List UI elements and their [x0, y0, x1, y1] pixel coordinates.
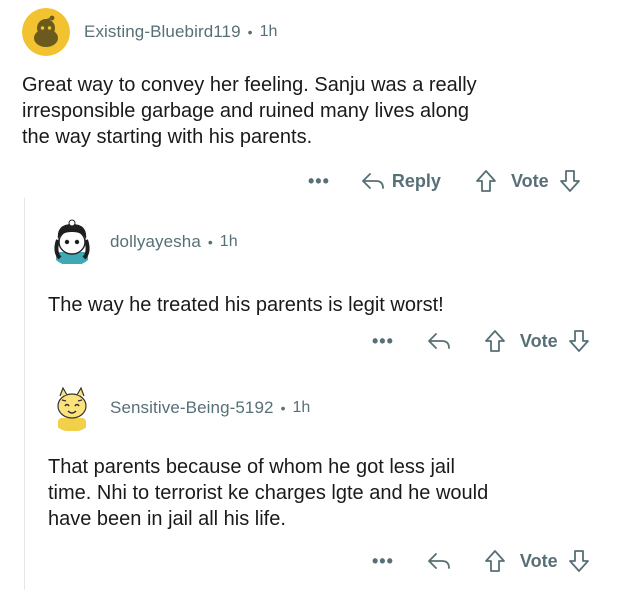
comment-text-line: Great way to convey her feeling. Sanju w… [22, 74, 477, 96]
username[interactable]: Existing-Bluebird119 [84, 22, 241, 42]
comment-text-line: The way he treated his parents is legit … [48, 294, 444, 316]
vote-count: Vote [519, 550, 558, 571]
downvote-arrow-icon [568, 330, 589, 352]
separator: • [247, 24, 253, 40]
snoo-avatar-icon [48, 384, 96, 432]
reply-arrow-icon [428, 333, 450, 349]
comment-3: Sensitive-Being-5192 • 1h That parents b… [48, 384, 628, 530]
upvote-button[interactable] [484, 548, 506, 574]
reply-arrow-icon [428, 553, 450, 569]
downvote-arrow-icon [568, 550, 589, 572]
vote-count: Vote [510, 170, 549, 191]
more-options-button[interactable]: ••• [372, 551, 394, 572]
comment-text-line: have been in jail all his life. [48, 508, 286, 530]
snoo-avatar-icon [22, 8, 70, 56]
downvote-button[interactable] [568, 548, 590, 574]
reply-button[interactable]: Reply [360, 170, 441, 192]
comment-text-line: the way starting with his parents. [22, 126, 313, 148]
upvote-button[interactable] [484, 328, 506, 354]
upvote-arrow-icon [485, 550, 505, 572]
timestamp[interactable]: 1h [260, 23, 278, 41]
username[interactable]: dollyayesha [110, 232, 201, 252]
reply-arrow-icon [362, 173, 384, 189]
separator: • [280, 400, 286, 416]
separator: • [207, 234, 213, 250]
downvote-button[interactable] [559, 168, 581, 194]
avatar[interactable] [48, 218, 96, 266]
comment-text-line: irresponsible garbage and ruined many li… [22, 100, 469, 122]
comment-header: Sensitive-Being-5192 • 1h [48, 384, 628, 432]
comment-text-line: time. Nhi to terrorist ke charges lgte a… [48, 482, 489, 504]
timestamp[interactable]: 1h [220, 233, 238, 251]
more-options-button[interactable]: ••• [372, 331, 394, 352]
avatar[interactable] [22, 8, 70, 56]
comment-actions: ••• Vote [372, 326, 590, 356]
reply-button[interactable] [426, 550, 452, 572]
upvote-arrow-icon [476, 170, 496, 192]
upvote-button[interactable] [475, 168, 497, 194]
comment-actions: ••• Vote [372, 546, 590, 576]
comment-2: dollyayesha • 1h The way he treated his … [48, 218, 628, 316]
vote-count: Vote [519, 330, 558, 351]
snoo-avatar-icon [48, 218, 96, 266]
comment-header: dollyayesha • 1h [48, 218, 628, 266]
downvote-arrow-icon [559, 170, 580, 192]
comment-header: Existing-Bluebird119 • 1h [22, 8, 632, 56]
reply-button[interactable] [426, 330, 452, 352]
thread-line [24, 198, 25, 590]
comment-text-line: That parents because of whom he got less… [48, 456, 455, 478]
downvote-button[interactable] [568, 328, 590, 354]
comment-actions: ••• Reply Vote [308, 166, 581, 196]
timestamp[interactable]: 1h [293, 399, 311, 417]
comment-1: Existing-Bluebird119 • 1h Great way to c… [22, 0, 632, 148]
upvote-arrow-icon [485, 330, 505, 352]
username[interactable]: Sensitive-Being-5192 [110, 398, 274, 418]
reply-label: Reply [391, 170, 441, 191]
more-options-button[interactable]: ••• [308, 171, 330, 192]
avatar[interactable] [48, 384, 96, 432]
